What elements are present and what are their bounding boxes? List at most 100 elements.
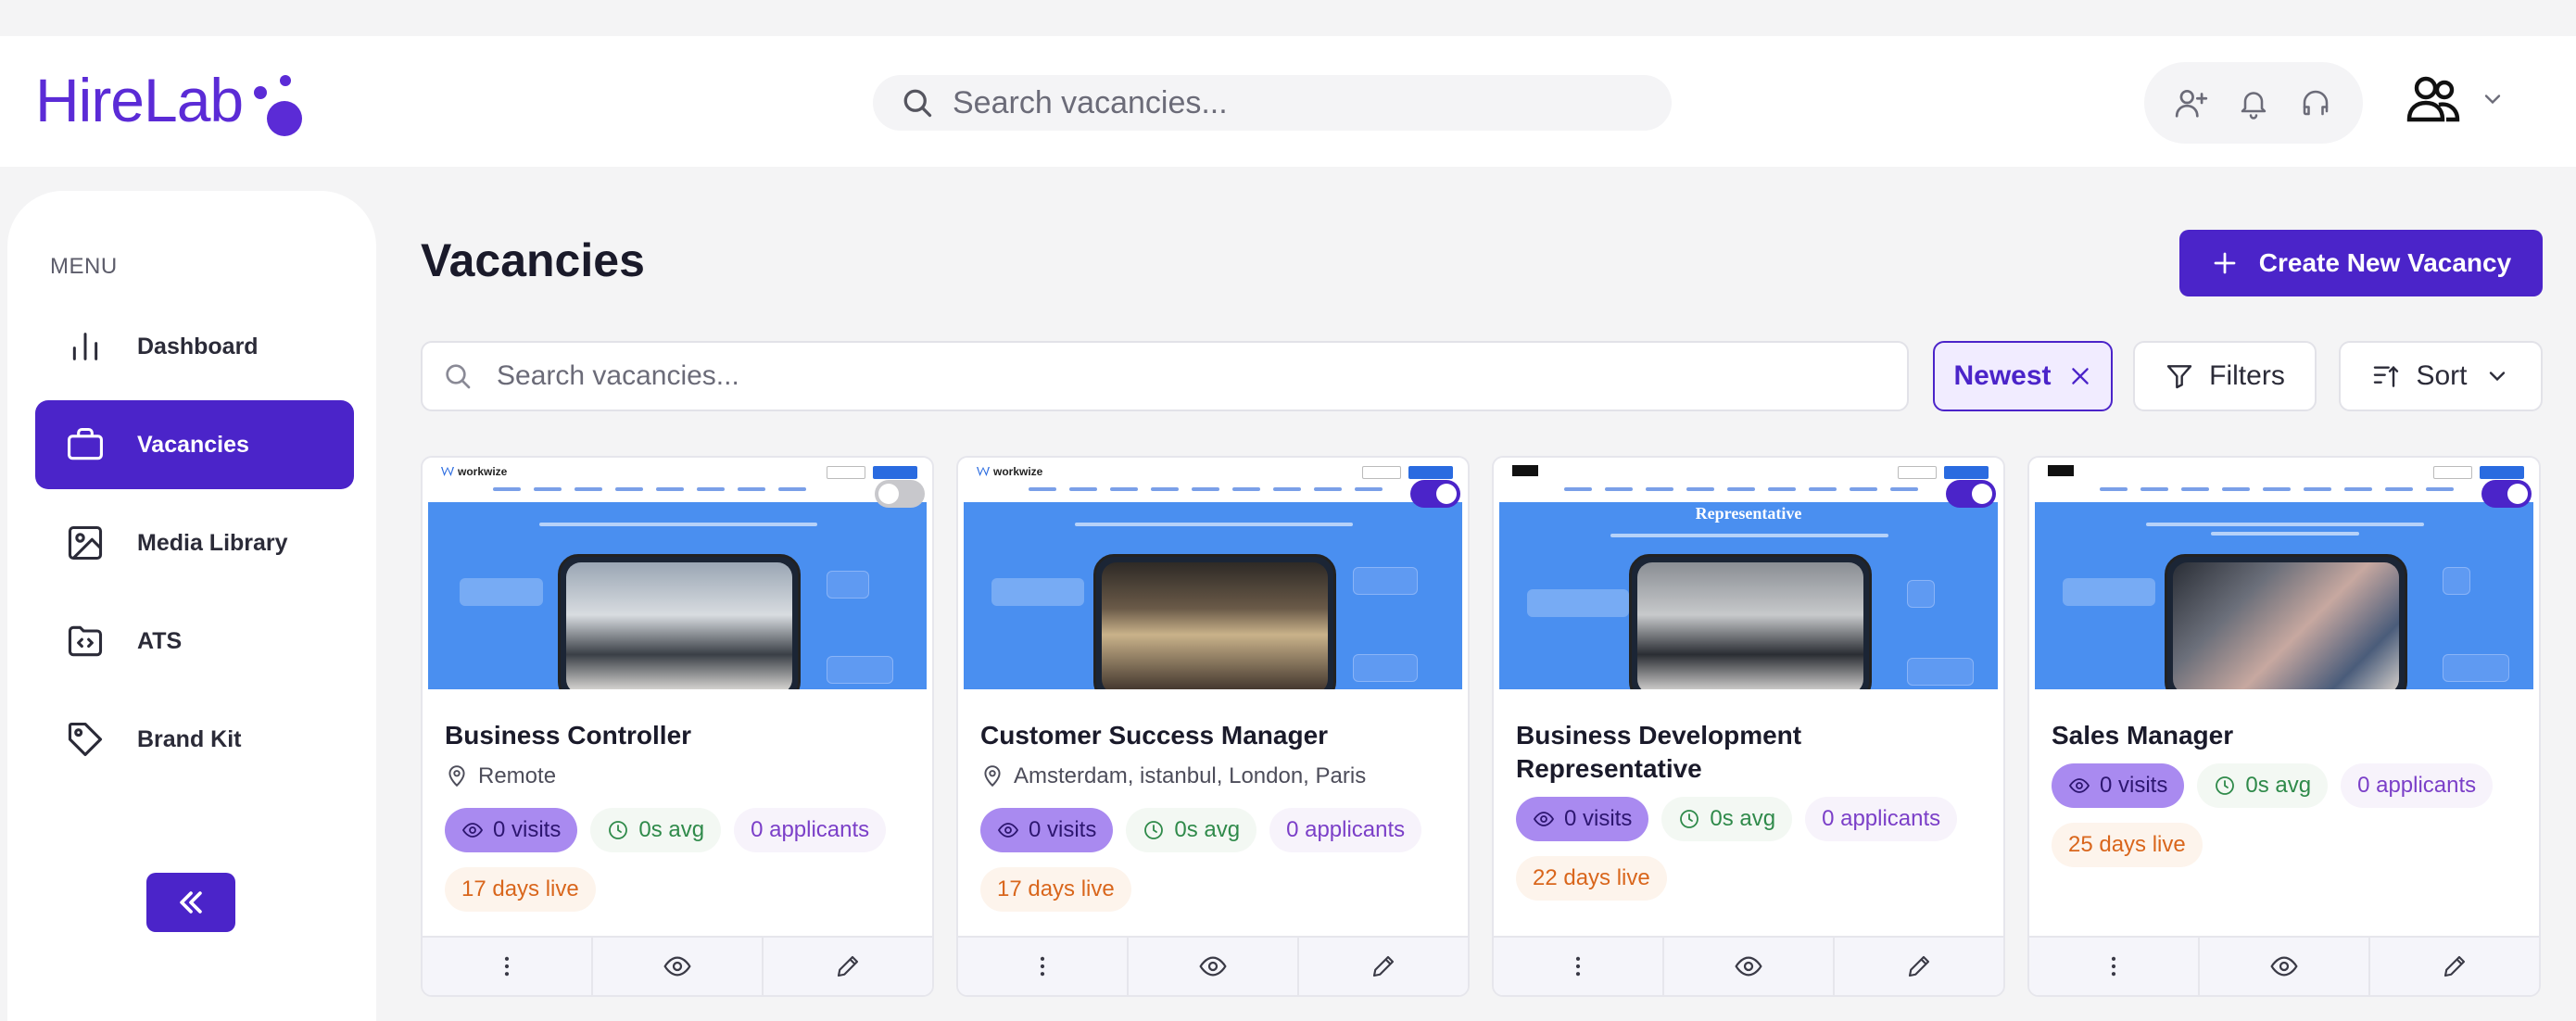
more-options-button[interactable]: [958, 938, 1129, 995]
visits-badge: 0 visits: [2052, 763, 2185, 808]
avg-time-badge: 0s avg: [1661, 797, 1793, 841]
edit-button[interactable]: [1299, 938, 1468, 995]
live-badges: 25 days live: [2052, 823, 2203, 867]
sidebar-item-dashboard[interactable]: Dashboard: [35, 302, 354, 391]
avatar-users-icon: [2406, 76, 2460, 122]
vacancy-card[interactable]: workwize Customer Success Manager Amster…: [956, 456, 1470, 997]
pencil-icon: [1372, 955, 1395, 977]
collapse-sidebar-button[interactable]: [146, 873, 235, 932]
header-search-input[interactable]: [953, 84, 1657, 121]
sort-button[interactable]: Sort: [2339, 341, 2543, 411]
vacancy-search-bar[interactable]: [421, 341, 1909, 411]
chevron-down-icon[interactable]: [2480, 86, 2506, 112]
hirelab-logo[interactable]: HireLab: [35, 69, 311, 144]
close-icon[interactable]: [2068, 364, 2092, 388]
publish-toggle[interactable]: [1946, 480, 1996, 508]
applicants-badge: 0 applicants: [2341, 763, 2494, 808]
sidebar-item-label: Vacancies: [137, 431, 249, 458]
user-menu[interactable]: [2404, 69, 2506, 129]
vacancy-search-input[interactable]: [497, 360, 1887, 392]
chevron-down-icon: [2484, 363, 2510, 389]
preview-button[interactable]: [1129, 938, 1299, 995]
publish-toggle[interactable]: [1410, 480, 1460, 508]
more-vertical-icon: [1040, 956, 1045, 977]
notification-bell-icon[interactable]: [2228, 77, 2279, 129]
bar-chart-icon: [63, 324, 107, 369]
vacancy-title[interactable]: Business Controller: [445, 719, 908, 752]
vacancy-card[interactable]: Sales Manager 0 visits 0s avg 0 applican…: [2027, 456, 2541, 997]
more-vertical-icon: [504, 956, 510, 977]
eye-icon: [1735, 956, 1762, 977]
avg-time-badge: 0s avg: [1126, 808, 1257, 852]
newest-filter-chip[interactable]: Newest: [1933, 341, 2113, 411]
create-button-label: Create New Vacancy: [2258, 248, 2512, 277]
sidebar-item-media-library[interactable]: Media Library: [35, 498, 354, 587]
eye-icon: [1199, 956, 1227, 977]
vacancy-title[interactable]: Sales Manager: [2052, 719, 2515, 752]
pencil-icon: [1908, 955, 1930, 977]
workwize-logo: workwize: [441, 465, 507, 478]
image-icon: [63, 521, 107, 565]
card-actions: [2029, 936, 2539, 995]
applicants-badge: 0 applicants: [1805, 797, 1958, 841]
vacancy-thumbnail[interactable]: [2035, 463, 2533, 689]
double-chevron-left-icon: [180, 891, 202, 914]
create-new-vacancy-button[interactable]: Create New Vacancy: [2179, 230, 2543, 296]
brand-logo: [1512, 465, 1542, 476]
clock-icon: [2214, 775, 2236, 797]
invite-user-icon[interactable]: [2166, 77, 2217, 129]
stats-badges: 0 visits 0s avg 0 applicants: [1516, 797, 1958, 841]
vacancy-thumbnail[interactable]: Representative: [1499, 463, 1998, 689]
briefcase-icon: [63, 422, 107, 467]
clock-icon: [1143, 819, 1165, 841]
edit-button[interactable]: [2370, 938, 2539, 995]
days-live-badge: 17 days live: [980, 867, 1131, 912]
sidebar-item-label: Dashboard: [137, 333, 259, 359]
eye-icon: [2068, 775, 2090, 797]
logo-bubbles-icon: [246, 69, 311, 144]
sidebar-item-label: ATS: [137, 627, 183, 654]
vacancy-thumbnail[interactable]: workwize: [428, 463, 927, 689]
preview-button[interactable]: [1664, 938, 1835, 995]
top-header: HireLab: [0, 36, 2576, 167]
pencil-icon: [837, 955, 859, 977]
vacancy-thumbnail[interactable]: workwize: [964, 463, 1462, 689]
eye-icon: [663, 956, 691, 977]
menu-label: MENU: [50, 254, 118, 279]
eye-icon: [1533, 808, 1555, 830]
days-live-badge: 25 days live: [2052, 823, 2203, 867]
preview-button[interactable]: [593, 938, 764, 995]
filters-button[interactable]: Filters: [2133, 341, 2317, 411]
more-options-button[interactable]: [2029, 938, 2200, 995]
more-vertical-icon: [2111, 956, 2116, 977]
publish-toggle[interactable]: [875, 480, 925, 508]
header-actions: [2144, 62, 2363, 144]
publish-toggle[interactable]: [2481, 480, 2532, 508]
support-headset-icon[interactable]: [2290, 77, 2342, 129]
edit-button[interactable]: [764, 938, 932, 995]
vacancy-card[interactable]: Representative Business Development Repr…: [1492, 456, 2005, 997]
vacancy-card[interactable]: workwize Business Controller Remote 0 vi…: [421, 456, 934, 997]
header-search-bar[interactable]: [873, 75, 1672, 131]
eye-icon: [997, 819, 1019, 841]
sort-icon: [2371, 361, 2401, 391]
page-title: Vacancies: [421, 234, 645, 286]
brand-logo: [2048, 465, 2077, 476]
pencil-icon: [2443, 955, 2466, 977]
more-options-button[interactable]: [423, 938, 593, 995]
stats-badges: 0 visits 0s avg 0 applicants: [2052, 763, 2494, 808]
applicants-badge: 0 applicants: [1269, 808, 1422, 852]
thumbnail-heading: Representative: [1695, 504, 1802, 523]
vacancy-title[interactable]: Business Development Representative: [1516, 719, 1979, 786]
preview-button[interactable]: [2200, 938, 2370, 995]
vacancy-location: Amsterdam, istanbul, London, Paris: [980, 763, 1366, 789]
sidebar-item-brand-kit[interactable]: Brand Kit: [35, 695, 354, 784]
tag-icon: [63, 717, 107, 762]
sidebar-item-vacancies[interactable]: Vacancies: [35, 400, 354, 489]
more-vertical-icon: [1575, 956, 1581, 977]
vacancy-title[interactable]: Customer Success Manager: [980, 719, 1444, 752]
card-actions: [423, 936, 932, 995]
edit-button[interactable]: [1835, 938, 2003, 995]
sidebar-item-ats[interactable]: ATS: [35, 597, 354, 686]
more-options-button[interactable]: [1494, 938, 1664, 995]
